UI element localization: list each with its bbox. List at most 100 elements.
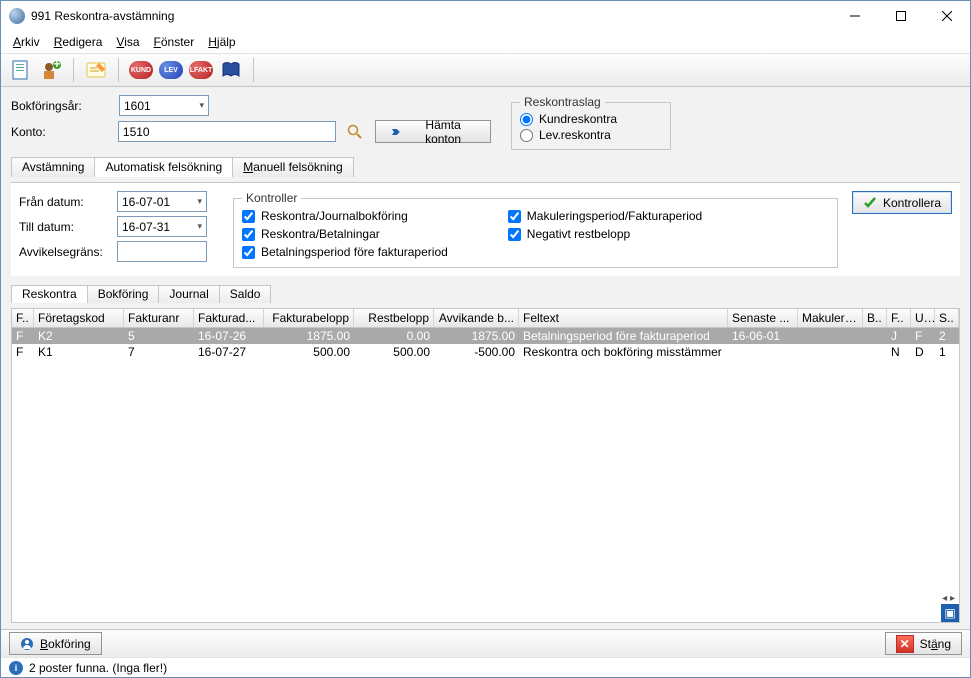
kund-badge-icon[interactable]: KUND (129, 58, 153, 82)
subtab-reskontra[interactable]: Reskontra (11, 285, 88, 303)
cell: 1 (935, 345, 959, 359)
bokforingsar-label: Bokföringsår: (11, 99, 111, 113)
subtab-journal[interactable]: Journal (158, 285, 219, 303)
menu-fonster[interactable]: Fönster (148, 33, 201, 51)
levreskontra-label: Lev.reskontra (539, 128, 611, 142)
reskontraslag-group: Reskontraslag Kundreskontra Lev.reskontr… (511, 95, 671, 150)
cell: Betalningsperiod före fakturaperiod (519, 329, 728, 343)
cell: 500.00 (354, 345, 434, 359)
col-fakturad[interactable]: Fakturad... (194, 309, 264, 327)
cell: F (12, 329, 34, 343)
chk1-label: Reskontra/Journalbokföring (261, 209, 408, 223)
document-icon[interactable] (9, 58, 33, 82)
cell: -500.00 (434, 345, 519, 359)
cell: 16-06-01 (728, 329, 798, 343)
tab-automatisk-felsokning[interactable]: Automatisk felsökning (94, 157, 233, 177)
table-row[interactable]: F K2 5 16-07-26 1875.00 0.00 1875.00 Bet… (12, 328, 959, 344)
grid-footer-controls: ◂ ▸ ▣ (941, 593, 959, 622)
tab-avstamning[interactable]: Avstämning (11, 157, 95, 177)
col-f2[interactable]: F.. (887, 309, 911, 327)
app-window: 991 Reskontra-avstämning Arkiv Redigera … (0, 0, 971, 678)
subtab-bokforing[interactable]: Bokföring (87, 285, 160, 303)
fran-datum-combo[interactable]: 16-07-01 ▾ (117, 191, 207, 212)
grid-corner-icon[interactable]: ▣ (941, 604, 959, 622)
chevron-down-icon: ▾ (199, 100, 204, 111)
lev-badge-icon[interactable]: LEV (159, 58, 183, 82)
menu-visa[interactable]: Visa (110, 33, 145, 51)
bokforingsar-combo[interactable]: 1601 ▾ (119, 95, 209, 116)
fran-datum-label: Från datum: (19, 195, 109, 209)
col-fakturabelopp[interactable]: Fakturabelopp (264, 309, 354, 327)
toolbar-separator (73, 58, 74, 82)
levreskontra-radio[interactable] (520, 129, 533, 142)
konto-input[interactable] (118, 121, 336, 142)
col-b[interactable]: B.. (863, 309, 887, 327)
bokforing-button[interactable]: Bokföring (9, 632, 102, 655)
col-fakturanr[interactable]: Fakturanr (124, 309, 194, 327)
menu-arkiv[interactable]: Arkiv (7, 33, 46, 51)
search-konto-button[interactable] (344, 121, 368, 143)
chevron-down-icon: ▾ (197, 221, 202, 232)
window-title: 991 Reskontra-avstämning (31, 9, 832, 23)
kontrollera-button[interactable]: Kontrollera (852, 191, 952, 214)
col-senaste[interactable]: Senaste ... (728, 309, 798, 327)
menu-hjalp[interactable]: Hjälp (202, 33, 241, 51)
cell: 2 (935, 329, 959, 343)
chk-betalningsperiod[interactable] (242, 246, 255, 259)
kontroller-legend: Kontroller (242, 191, 301, 205)
cell: 1875.00 (264, 329, 354, 343)
cell: 7 (124, 345, 194, 359)
close-button[interactable] (924, 1, 970, 31)
close-icon: ✕ (896, 635, 914, 653)
lfakt-badge-icon[interactable]: LFAKT (189, 58, 213, 82)
kontrollera-label: Kontrollera (883, 196, 941, 210)
col-avvikande[interactable]: Avvikande b... (434, 309, 519, 327)
chk-negativt-restbelopp[interactable] (508, 228, 521, 241)
subtab-saldo[interactable]: Saldo (219, 285, 272, 303)
cell: Reskontra och bokföring misstämmer (519, 345, 728, 359)
autofel-panel: Från datum: 16-07-01 ▾ Till datum: 16-07… (11, 182, 960, 276)
till-datum-label: Till datum: (19, 220, 109, 234)
chk3-label: Betalningsperiod före fakturaperiod (261, 245, 448, 259)
book-icon[interactable] (219, 58, 243, 82)
col-feltext[interactable]: Feltext (519, 309, 728, 327)
cell: 16-07-26 (194, 329, 264, 343)
cell: 5 (124, 329, 194, 343)
info-icon: i (9, 661, 23, 675)
table-row[interactable]: F K1 7 16-07-27 500.00 500.00 -500.00 Re… (12, 344, 959, 360)
scroll-arrows-icon[interactable]: ◂ ▸ (942, 593, 959, 604)
chk-reskontra-betalningar[interactable] (242, 228, 255, 241)
chk-makuleringsperiod[interactable] (508, 210, 521, 223)
toolbar-separator (118, 58, 119, 82)
edit-note-icon[interactable] (84, 58, 108, 82)
cell: 1875.00 (434, 329, 519, 343)
chk-reskontra-journal[interactable] (242, 210, 255, 223)
grid-body[interactable]: F K2 5 16-07-26 1875.00 0.00 1875.00 Bet… (12, 328, 959, 622)
hamta-konton-label: Hämta konton (406, 118, 480, 146)
reskontraslag-legend: Reskontraslag (520, 95, 605, 109)
menu-redigera[interactable]: Redigera (48, 33, 109, 51)
avvikelsegrans-input[interactable] (117, 241, 207, 262)
cell: 0.00 (354, 329, 434, 343)
user-add-icon[interactable]: + (39, 58, 63, 82)
status-bar: i 2 poster funna. (Inga fler!) (1, 657, 970, 677)
kontroller-group: Kontroller Reskontra/Journalbokföring Re… (233, 191, 838, 268)
menu-bar: Arkiv Redigera Visa Fönster Hjälp (1, 31, 970, 53)
chk5-label: Negativt restbelopp (527, 227, 630, 241)
stang-button[interactable]: ✕ Stäng (885, 632, 962, 655)
col-u[interactable]: U.. (911, 309, 935, 327)
col-makulera[interactable]: Makulera... (798, 309, 863, 327)
kundreskontra-label: Kundreskontra (539, 112, 617, 126)
kundreskontra-radio[interactable] (520, 113, 533, 126)
minimize-button[interactable] (832, 1, 878, 31)
col-f[interactable]: F.. (12, 309, 34, 327)
title-bar: 991 Reskontra-avstämning (1, 1, 970, 31)
hamta-konton-button[interactable]: Hämta konton (375, 120, 491, 143)
till-datum-combo[interactable]: 16-07-31 ▾ (117, 216, 207, 237)
maximize-button[interactable] (878, 1, 924, 31)
col-s[interactable]: S.. (935, 309, 959, 327)
cell: F (12, 345, 34, 359)
col-restbelopp[interactable]: Restbelopp (354, 309, 434, 327)
tab-manuell-felsokning[interactable]: Manuell felsökning (232, 157, 353, 177)
col-foretagskod[interactable]: Företagskod (34, 309, 124, 327)
